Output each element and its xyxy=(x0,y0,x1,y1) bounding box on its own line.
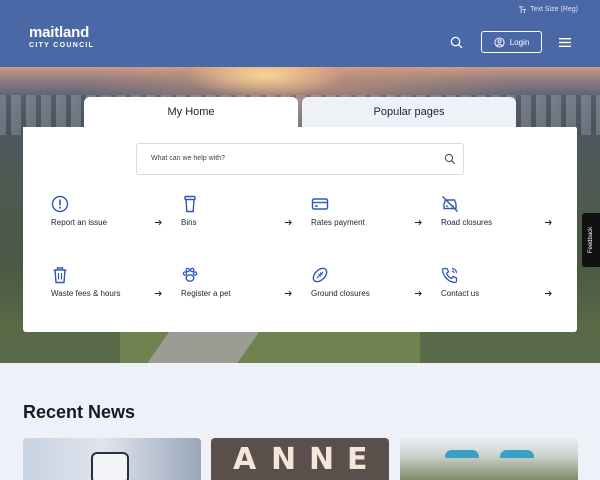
news-card[interactable]: A N N E xyxy=(211,438,389,480)
quick-links-card: What can we help with? Report an issue B… xyxy=(23,127,577,332)
login-button[interactable]: Login xyxy=(481,31,542,53)
quick-link-label: Bins xyxy=(181,218,197,227)
quick-link-road-closures[interactable]: Road closures xyxy=(441,195,553,235)
tab-my-home[interactable]: My Home xyxy=(84,97,298,127)
arrow-right-icon xyxy=(414,290,422,297)
arrow-right-icon xyxy=(284,219,292,226)
quilt-letter: N xyxy=(271,442,297,477)
feedback-label: Feedback xyxy=(588,226,594,254)
news-card[interactable] xyxy=(400,438,578,480)
quick-link-rates-payment[interactable]: Rates payment xyxy=(311,195,423,235)
hamburger-menu-icon[interactable] xyxy=(559,37,571,48)
quick-link-label: Rates payment xyxy=(311,218,365,227)
user-icon xyxy=(494,36,505,48)
quick-link-contact-us[interactable]: Contact us xyxy=(441,266,553,306)
football-icon xyxy=(312,267,328,283)
logo-sub-text: CITY COUNCIL xyxy=(29,42,95,49)
arrow-right-icon xyxy=(154,219,162,226)
quick-link-label: Waste fees & hours xyxy=(51,289,121,298)
recent-news-heading: Recent News xyxy=(23,402,136,422)
search-icon[interactable] xyxy=(449,35,464,50)
news-card[interactable] xyxy=(23,438,201,480)
search-input[interactable]: What can we help with? xyxy=(136,143,464,175)
quick-link-label: Road closures xyxy=(441,218,493,227)
site-logo[interactable]: maitland CITY COUNCIL xyxy=(29,24,95,50)
quick-link-label: Contact us xyxy=(441,289,480,298)
feedback-tab[interactable]: Feedback xyxy=(582,213,600,267)
quilt-letter: N xyxy=(309,442,335,477)
text-size-label: Text Size (Reg) xyxy=(530,6,578,13)
bin-icon xyxy=(184,195,196,213)
news-image-umbrella xyxy=(445,450,479,458)
trash-icon xyxy=(53,267,67,284)
search-placeholder: What can we help with? xyxy=(151,155,225,162)
quick-link-bins[interactable]: Bins xyxy=(181,195,293,235)
quick-link-label: Report an issue xyxy=(51,218,108,227)
paw-icon xyxy=(182,267,198,282)
card-icon xyxy=(311,198,329,210)
quick-link-ground-closures[interactable]: Ground closures xyxy=(311,266,423,306)
alert-icon xyxy=(51,195,69,213)
quick-link-label: Register a pet xyxy=(181,289,231,298)
quilt-letter: E xyxy=(347,442,368,477)
tab-popular-pages[interactable]: Popular pages xyxy=(302,97,516,127)
quick-link-label: Ground closures xyxy=(311,289,370,298)
news-image-umbrella xyxy=(500,450,534,458)
quick-link-report-an-issue[interactable]: Report an issue xyxy=(51,195,163,235)
arrow-right-icon xyxy=(154,290,162,297)
text-size-button[interactable]: Text Size (Reg) xyxy=(518,5,578,14)
search-icon[interactable] xyxy=(444,153,456,165)
quick-link-waste-fees-hours[interactable]: Waste fees & hours xyxy=(51,266,163,306)
login-label: Login xyxy=(509,37,530,47)
arrow-right-icon xyxy=(544,290,552,297)
quilt-letter: A xyxy=(233,442,257,477)
logo-main-text: maitland xyxy=(29,24,90,41)
arrow-right-icon xyxy=(544,219,552,226)
arrow-right-icon xyxy=(284,290,292,297)
text-size-icon xyxy=(519,6,527,14)
site-header: Text Size (Reg) maitland CITY COUNCIL Lo… xyxy=(0,0,600,67)
arrow-right-icon xyxy=(414,219,422,226)
quick-link-register-a-pet[interactable]: Register a pet xyxy=(181,266,293,306)
news-image-phone xyxy=(91,452,129,480)
phone-icon xyxy=(441,267,458,284)
car-off-icon xyxy=(442,196,458,212)
